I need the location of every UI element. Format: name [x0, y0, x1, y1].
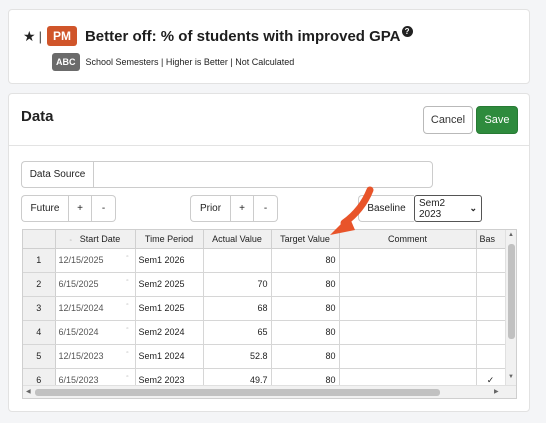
column-header-start-date[interactable]: ▫ Start Date — [55, 230, 136, 249]
type-badge: ABC — [52, 53, 80, 71]
time-period-cell[interactable]: Sem2 2025 — [135, 272, 204, 297]
horizontal-scrollbar[interactable]: ◀ ▶ — [23, 385, 516, 398]
data-panel-title: Data — [21, 108, 54, 125]
pm-badge: PM — [46, 26, 77, 46]
scroll-up-icon[interactable]: ▲ — [508, 232, 514, 238]
future-add-button[interactable]: + — [68, 195, 92, 222]
date-marker-icon: ▫ — [126, 277, 129, 284]
column-header-time-period[interactable]: Time Period — [135, 230, 204, 249]
prior-add-button[interactable]: + — [230, 195, 254, 222]
start-date-cell[interactable]: 6/15/2025 ▫ — [55, 272, 136, 297]
row-number: 4 — [23, 320, 56, 345]
target-value-cell[interactable]: 80 — [271, 344, 340, 369]
baseline-cell[interactable] — [476, 296, 506, 321]
date-marker-icon: ▫ — [126, 253, 129, 260]
question-circle-icon[interactable]: ? — [401, 25, 413, 37]
data-source-input[interactable] — [93, 161, 433, 188]
actual-value-cell[interactable]: 70 — [203, 272, 272, 297]
prior-remove-button[interactable]: - — [254, 195, 278, 222]
baseline-cell[interactable] — [476, 272, 506, 297]
date-marker-icon: ▫ — [126, 349, 129, 356]
column-header-target-value[interactable]: Target Value — [271, 230, 340, 249]
horizontal-scroll-thumb[interactable] — [35, 389, 440, 396]
table-row[interactable]: 5 12/15/2023 ▫ Sem1 2024 52.8 80 — [23, 344, 506, 369]
title-row: ★ | PM Better off: % of students with im… — [23, 25, 413, 47]
baseline-group: Baseline Sem2 2023 ⌄ — [358, 195, 482, 222]
title-separator: | — [38, 28, 42, 44]
future-stepper: Future + - — [21, 195, 116, 222]
data-source-label: Data Source — [21, 161, 93, 188]
actual-value-cell[interactable]: 52.8 — [203, 344, 272, 369]
start-date-cell[interactable]: 6/15/2024 ▫ — [55, 320, 136, 345]
start-date-cell[interactable]: 12/15/2024 ▫ — [55, 296, 136, 321]
header-row: ▫ Start Date Time Period Actual Value Tar… — [23, 230, 506, 249]
star-icon[interactable]: ★ — [23, 29, 36, 43]
measure-header: ★ | PM Better off: % of students with im… — [8, 9, 530, 84]
target-value-cell[interactable]: 80 — [271, 272, 340, 297]
filter-icon: ▫ — [69, 237, 72, 244]
actual-value-cell[interactable]: 68 — [203, 296, 272, 321]
scroll-right-icon[interactable]: ▶ — [494, 388, 499, 395]
baseline-cell[interactable] — [476, 344, 506, 369]
comment-cell[interactable] — [339, 320, 477, 345]
table-row[interactable]: 1 12/15/2025 ▫ Sem1 2026 80 — [23, 248, 506, 273]
actual-value-cell[interactable] — [203, 248, 272, 273]
save-button[interactable]: Save — [476, 106, 518, 134]
start-date-cell[interactable]: 12/15/2025 ▫ — [55, 248, 136, 273]
target-value-cell[interactable]: 80 — [271, 320, 340, 345]
baseline-select-value: Sem2 2023 — [419, 197, 446, 220]
comment-cell[interactable] — [339, 344, 477, 369]
scroll-down-icon[interactable]: ▼ — [508, 374, 514, 380]
row-number: 1 — [23, 248, 56, 273]
date-marker-icon: ▫ — [126, 325, 129, 332]
cancel-button[interactable]: Cancel — [423, 106, 473, 134]
comment-cell[interactable] — [339, 272, 477, 297]
data-grid: ▫ Start Date Time Period Actual Value Tar… — [22, 229, 517, 399]
meta-row: ABC School Semesters | Higher is Better … — [52, 53, 294, 71]
comment-cell[interactable] — [339, 296, 477, 321]
data-table: ▫ Start Date Time Period Actual Value Tar… — [23, 230, 506, 393]
time-period-cell[interactable]: Sem1 2024 — [135, 344, 204, 369]
table-row[interactable]: 4 6/15/2024 ▫ Sem2 2024 65 80 — [23, 320, 506, 345]
row-number: 5 — [23, 344, 56, 369]
column-header-actual-value[interactable]: Actual Value — [203, 230, 272, 249]
baseline-select[interactable]: Sem2 2023 ⌄ — [414, 195, 482, 222]
vertical-scroll-thumb[interactable] — [508, 244, 515, 339]
comment-cell[interactable] — [339, 248, 477, 273]
column-header-baseline[interactable]: Bas — [476, 230, 506, 249]
row-number: 3 — [23, 296, 56, 321]
date-marker-icon: ▫ — [126, 301, 129, 308]
data-panel: Data Cancel Save Data Source Future + - … — [8, 93, 530, 412]
divider — [9, 145, 529, 146]
vertical-scrollbar[interactable]: ▲ ▼ — [505, 230, 516, 385]
measure-meta: School Semesters | Higher is Better | No… — [85, 57, 295, 67]
table-row[interactable]: 3 12/15/2024 ▫ Sem1 2025 68 80 — [23, 296, 506, 321]
future-remove-button[interactable]: - — [92, 195, 116, 222]
scroll-left-icon[interactable]: ◀ — [26, 388, 31, 395]
chevron-down-icon: ⌄ — [469, 203, 477, 213]
column-header-comment[interactable]: Comment — [339, 230, 477, 249]
future-label: Future — [21, 195, 68, 222]
prior-stepper: Prior + - — [190, 195, 278, 222]
time-period-cell[interactable]: Sem1 2025 — [135, 296, 204, 321]
start-date-cell[interactable]: 12/15/2023 ▫ — [55, 344, 136, 369]
time-period-cell[interactable]: Sem2 2024 — [135, 320, 204, 345]
target-value-cell[interactable]: 80 — [271, 296, 340, 321]
row-number: 2 — [23, 272, 56, 297]
prior-label: Prior — [190, 195, 230, 222]
time-period-cell[interactable]: Sem1 2026 — [135, 248, 204, 273]
baseline-cell[interactable] — [476, 248, 506, 273]
table-row[interactable]: 2 6/15/2025 ▫ Sem2 2025 70 80 — [23, 272, 506, 297]
date-marker-icon: ▫ — [126, 373, 129, 380]
baseline-cell[interactable] — [476, 320, 506, 345]
actual-value-cell[interactable]: 65 — [203, 320, 272, 345]
target-value-cell[interactable]: 80 — [271, 248, 340, 273]
baseline-label: Baseline — [358, 195, 414, 222]
page-title: Better off: % of students with improved … — [84, 27, 401, 45]
row-number-header — [23, 230, 56, 249]
